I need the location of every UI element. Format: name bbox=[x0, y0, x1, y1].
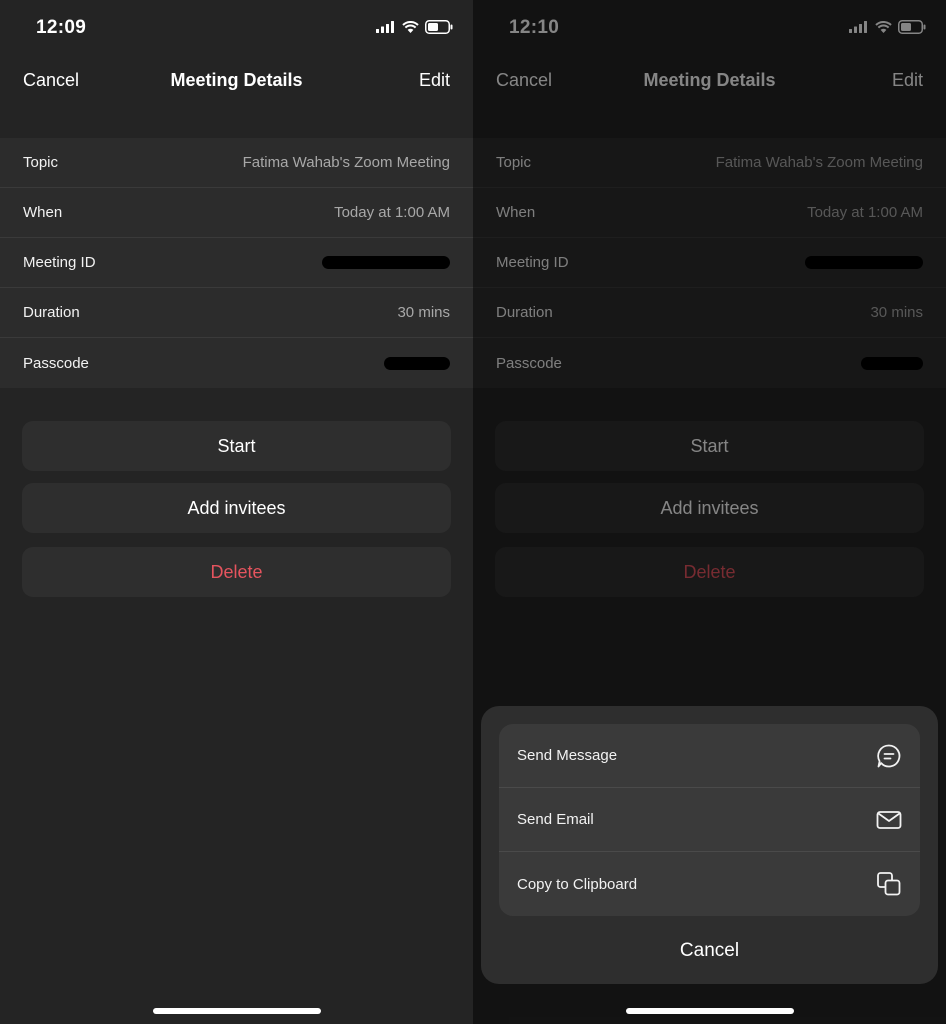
meeting-details-screen: 12:09 Cancel Meeting Details Edit Topic … bbox=[0, 0, 473, 1024]
edit-button[interactable]: Edit bbox=[419, 70, 450, 91]
detail-row-meeting-id: Meeting ID bbox=[0, 238, 473, 288]
home-indicator[interactable] bbox=[625, 1008, 794, 1014]
start-button[interactable]: Start bbox=[22, 421, 451, 471]
redacted-meeting-id bbox=[322, 256, 450, 269]
detail-row-passcode: Passcode bbox=[0, 338, 473, 388]
share-action-sheet: Send Message Send Email Copy to Clipboar… bbox=[481, 706, 938, 984]
option-label: Send Email bbox=[517, 811, 594, 828]
cellular-signal-icon bbox=[376, 21, 394, 33]
detail-row-duration: Duration 30 mins bbox=[0, 288, 473, 338]
delete-button[interactable]: Delete bbox=[22, 547, 451, 597]
page-title: Meeting Details bbox=[170, 70, 303, 90]
chat-bubble-icon bbox=[877, 744, 901, 767]
battery-icon bbox=[425, 20, 453, 34]
option-label: Copy to Clipboard bbox=[517, 875, 638, 893]
share-options-list: Send Message Send Email Copy to Clipboar… bbox=[499, 724, 920, 916]
status-icons bbox=[376, 20, 453, 34]
add-invitees-button[interactable]: Add invitees bbox=[22, 483, 451, 533]
home-indicator[interactable] bbox=[152, 1008, 321, 1014]
detail-label: Passcode bbox=[23, 354, 89, 372]
status-time: 12:09 bbox=[36, 17, 87, 38]
send-email-option[interactable]: Send Email bbox=[499, 788, 920, 852]
detail-value: Fatima Wahab's Zoom Meeting bbox=[242, 154, 450, 171]
envelope-icon bbox=[876, 810, 902, 829]
redacted-passcode bbox=[384, 356, 450, 370]
detail-label: Topic bbox=[23, 154, 59, 171]
detail-row-when: When Today at 1:00 AM bbox=[0, 188, 473, 238]
detail-value: Today at 1:00 AM bbox=[334, 204, 450, 221]
detail-label: Meeting ID bbox=[23, 254, 96, 271]
detail-value: 30 mins bbox=[397, 304, 450, 321]
meeting-details-share-screen: 12:10 Cancel Meeting Details Edit Topic … bbox=[473, 0, 946, 1024]
status-bar: 12:09 bbox=[0, 0, 473, 56]
detail-label: When bbox=[23, 204, 63, 221]
sheet-cancel-button[interactable]: Cancel bbox=[481, 930, 938, 972]
send-message-option[interactable]: Send Message bbox=[499, 724, 920, 788]
wifi-icon bbox=[402, 21, 419, 33]
option-label: Send Message bbox=[517, 747, 618, 764]
detail-label: Duration bbox=[23, 304, 80, 321]
meeting-details-list: Topic Fatima Wahab's Zoom Meeting When T… bbox=[0, 138, 473, 388]
copy-to-clipboard-option[interactable]: Copy to Clipboard bbox=[499, 852, 920, 916]
detail-row-topic: Topic Fatima Wahab's Zoom Meeting bbox=[0, 138, 473, 188]
copy-icon bbox=[877, 872, 901, 896]
nav-bar: Cancel Meeting Details Edit bbox=[0, 56, 473, 138]
